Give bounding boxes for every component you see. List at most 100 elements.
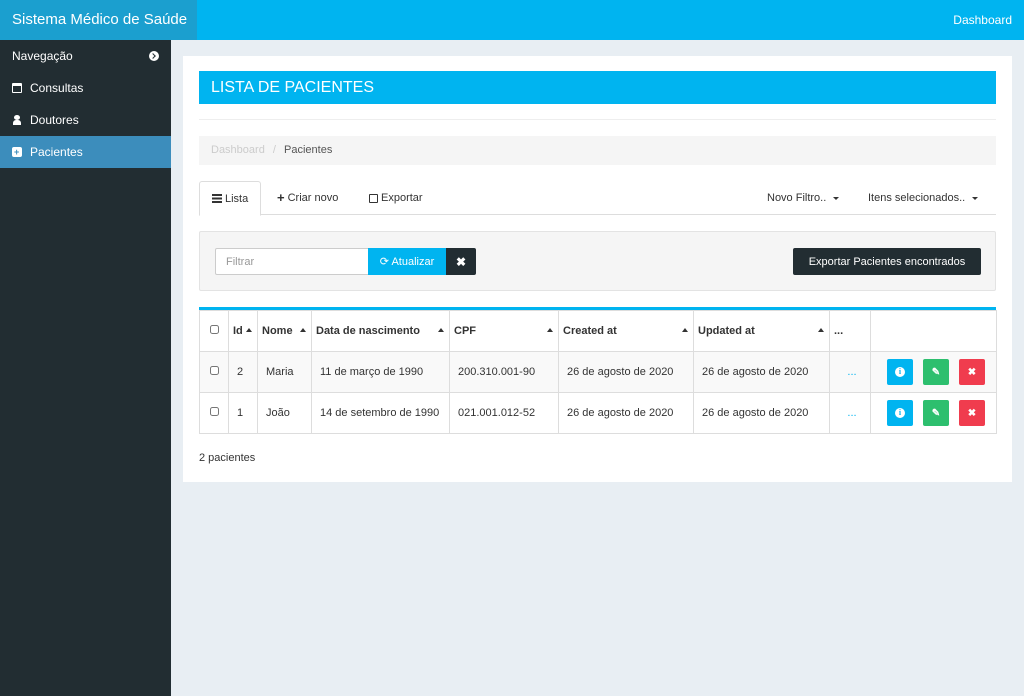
sidebar-item-pacientes[interactable]: Pacientes (0, 136, 171, 168)
filter-bar: ⟳ Atualizar ✖ Exportar Pacientes encontr… (199, 231, 996, 291)
column-header-nome[interactable]: Nome (257, 310, 312, 352)
sort-asc-icon (682, 328, 688, 332)
column-label: Created at (563, 325, 617, 337)
select-all-checkbox[interactable] (209, 325, 219, 334)
sort-asc-icon (246, 328, 252, 332)
sidebar-item-consultas[interactable]: Consultas (0, 72, 171, 104)
sort-asc-icon (818, 328, 824, 332)
cell-cpf: 021.001.012-52 (449, 392, 559, 434)
tab-criar-novo[interactable]: + Criar novo (265, 181, 350, 215)
table-row: 1 João 14 de setembro de 1990 021.001.01… (199, 392, 997, 434)
cell-nascimento: 11 de março de 1990 (311, 351, 450, 393)
edit-button[interactable]: ✎ (923, 400, 949, 426)
row-select-cell (199, 392, 229, 434)
medkit-icon (12, 136, 22, 168)
caret-down-icon (972, 196, 979, 200)
dropdown-label: Novo Filtro.. (767, 192, 827, 204)
cell-id: 1 (228, 392, 258, 434)
pencil-icon: ✎ (931, 366, 941, 378)
delete-button[interactable]: ✖ (959, 400, 985, 426)
column-header-updated-at[interactable]: Updated at (693, 310, 830, 352)
table-row: 2 Maria 11 de março de 1990 200.310.001-… (199, 351, 997, 393)
cell-updated-at: 26 de agosto de 2020 (693, 351, 830, 393)
view-button[interactable]: i (887, 359, 913, 385)
column-label: Updated at (698, 325, 755, 337)
cell-nascimento: 14 de setembro de 1990 (311, 392, 450, 434)
user-md-icon (12, 115, 22, 125)
row-checkbox[interactable] (209, 407, 219, 416)
column-header-actions (870, 310, 997, 352)
top-dashboard-link[interactable]: Dashboard (953, 0, 1012, 40)
cell-cpf: 200.310.001-90 (449, 351, 559, 393)
cell-updated-at: 26 de agosto de 2020 (693, 392, 830, 434)
dropdown-label: Itens selecionados.. (868, 192, 966, 204)
refresh-button[interactable]: ⟳ Atualizar (368, 248, 446, 275)
cell-nome: Maria (257, 351, 312, 393)
column-header-data-nascimento[interactable]: Data de nascimento (311, 310, 450, 352)
column-header-created-at[interactable]: Created at (558, 310, 694, 352)
selected-items-dropdown[interactable]: Itens selecionados.. (856, 181, 990, 215)
tab-lista[interactable]: Lista (199, 181, 262, 216)
edit-button[interactable]: ✎ (923, 359, 949, 385)
tab-exportar[interactable]: Exportar (357, 181, 435, 215)
breadcrumb-separator: / (272, 144, 276, 156)
table-header-row: Id Nome Data de nascimento CPF Created a… (199, 310, 997, 352)
breadcrumb-dashboard[interactable]: Dashboard (211, 144, 265, 156)
new-filter-dropdown[interactable]: Novo Filtro.. (755, 181, 851, 215)
info-icon: i (895, 408, 905, 418)
clear-filter-button[interactable]: ✖ (446, 248, 476, 275)
patients-table: Id Nome Data de nascimento CPF Created a… (199, 307, 997, 434)
main-panel: LISTA DE PACIENTES Dashboard / Pacientes… (183, 56, 1012, 482)
sidebar-item-label: Pacientes (30, 145, 83, 159)
sidebar: Navegação Consultas Doutores Pacientes (0, 40, 171, 696)
column-label: Data de nascimento (316, 325, 420, 337)
pencil-icon: ✎ (931, 407, 941, 419)
cell-nome: João (257, 392, 312, 434)
refresh-label: Atualizar (391, 256, 435, 268)
sidebar-item-label: Consultas (30, 81, 84, 95)
plus-icon: + (277, 190, 285, 205)
row-select-cell (199, 351, 229, 393)
refresh-icon: ⟳ (379, 256, 389, 268)
export-found-button[interactable]: Exportar Pacientes encontrados (793, 248, 981, 275)
tab-bar: Lista + Criar novo Exportar Novo Filtro.… (199, 181, 996, 216)
select-all-cell (199, 310, 229, 352)
column-label: Nome (262, 325, 293, 337)
cell-actions: i ✎ ✖ (870, 392, 997, 434)
view-button[interactable]: i (887, 400, 913, 426)
calendar-icon (12, 83, 22, 93)
close-icon: ✖ (967, 366, 977, 378)
list-icon (212, 194, 222, 203)
divider (199, 119, 996, 120)
tab-label: Exportar (381, 192, 423, 204)
record-count: 2 pacientes (199, 452, 256, 464)
filter-input[interactable] (215, 248, 369, 275)
sidebar-header[interactable]: Navegação (0, 40, 171, 72)
tab-label: Criar novo (287, 192, 339, 204)
delete-button[interactable]: ✖ (959, 359, 985, 385)
caret-down-icon (833, 196, 840, 200)
column-header-cpf[interactable]: CPF (449, 310, 559, 352)
info-icon: i (895, 367, 905, 377)
column-header-id[interactable]: Id (228, 310, 258, 352)
cell-created-at: 26 de agosto de 2020 (558, 392, 694, 434)
cell-more[interactable]: ... (829, 392, 871, 434)
sort-asc-icon (438, 328, 444, 332)
top-navbar: Sistema Médico de Saúde Dashboard (0, 0, 1024, 40)
chevron-right-circle-icon[interactable] (149, 51, 159, 61)
column-label: CPF (454, 325, 476, 337)
row-checkbox[interactable] (209, 366, 219, 375)
page-title: LISTA DE PACIENTES (199, 71, 996, 104)
cell-more[interactable]: ... (829, 351, 871, 393)
sidebar-item-doutores[interactable]: Doutores (0, 104, 171, 136)
close-icon: ✖ (967, 407, 977, 419)
cell-created-at: 26 de agosto de 2020 (558, 351, 694, 393)
column-header-more[interactable]: ... (829, 310, 871, 352)
column-label: Id (233, 325, 243, 337)
sort-asc-icon (300, 328, 306, 332)
share-icon (369, 193, 378, 203)
breadcrumb: Dashboard / Pacientes (199, 136, 996, 165)
sidebar-item-label: Doutores (30, 113, 79, 127)
breadcrumb-current: Pacientes (284, 144, 333, 156)
app-title[interactable]: Sistema Médico de Saúde (0, 0, 197, 40)
